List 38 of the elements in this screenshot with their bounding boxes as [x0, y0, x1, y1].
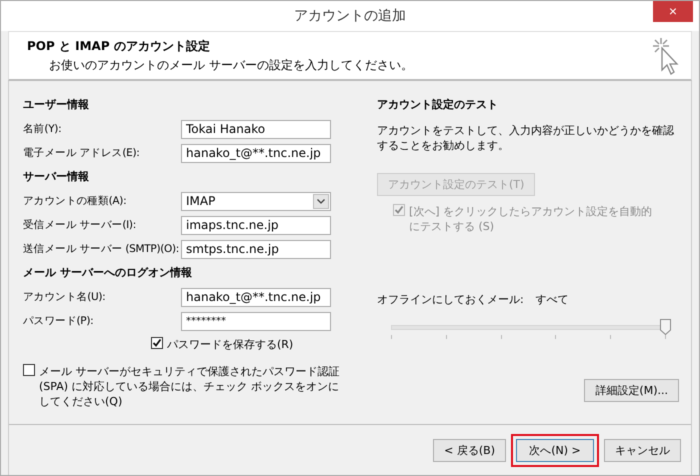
check-icon	[152, 338, 162, 348]
section-title: アカウント設定のテスト	[377, 97, 499, 113]
offline-label: オフラインにしておくメール:	[377, 292, 524, 306]
checkbox[interactable]	[23, 364, 35, 376]
field-label: 電子メール アドレス(E):	[23, 146, 141, 160]
input-field[interactable]: smtps.tnc.ne.jp	[181, 240, 331, 258]
footer-button[interactable]: < 戻る(B)	[433, 438, 506, 462]
input-field[interactable]: hanako_t@**.tnc.ne.jp	[181, 144, 331, 162]
section-title: サーバー情報	[23, 169, 90, 185]
checkbox-label: [次へ] をクリックしたらアカウント設定を自動的にテストする (S)	[409, 204, 654, 234]
advanced-settings-button[interactable]: 詳細設定(M)...	[584, 379, 679, 402]
section-title: メール サーバーへのログオン情報	[23, 265, 193, 281]
checkbox-label: パスワードを保存する(R)	[167, 337, 294, 352]
footer-button[interactable]: キャンセル	[604, 438, 681, 462]
field-label: 名前(Y):	[23, 122, 62, 136]
header-title: POP と IMAP のアカウント設定	[27, 38, 211, 54]
close-button[interactable]: ×	[653, 1, 693, 22]
field-label: 受信メール サーバー(I):	[23, 218, 137, 232]
cursor-sparkle-icon	[651, 36, 681, 76]
section-title: ユーザー情報	[23, 97, 90, 113]
header-subtitle: お使いのアカウントのメール サーバーの設定を入力してください。	[48, 56, 413, 74]
input-field[interactable]: hanako_t@**.tnc.ne.jp	[181, 288, 331, 306]
slider-thumb[interactable]	[660, 319, 671, 335]
input-field[interactable]: imaps.tnc.ne.jp	[181, 216, 331, 234]
account-type-dropdown[interactable]: IMAP	[181, 192, 331, 210]
offline-value: すべて	[536, 292, 569, 306]
checkbox[interactable]	[151, 337, 163, 349]
window-title: アカウントの追加	[294, 7, 406, 26]
field-label: アカウント名(U):	[23, 290, 106, 304]
caret-icon	[317, 198, 325, 204]
input-field[interactable]: Tokai Hanako	[181, 120, 331, 138]
password-field[interactable]: ********	[181, 312, 331, 330]
test-description: アカウントをテストして、入力内容が正しいかどうかを確認することをお勧めします。	[377, 123, 675, 153]
checkbox-label: メール サーバーがセキュリティで保護されたパスワード認証 (SPA) に対応している場合には、チェック ボックスをオンにしてください(Q)	[39, 364, 340, 409]
check-icon	[394, 205, 404, 215]
field-label: パスワード(P):	[23, 314, 94, 328]
field-label: 送信メール サーバー (SMTP)(O):	[23, 242, 180, 256]
field-label: アカウントの種類(A):	[23, 194, 128, 208]
